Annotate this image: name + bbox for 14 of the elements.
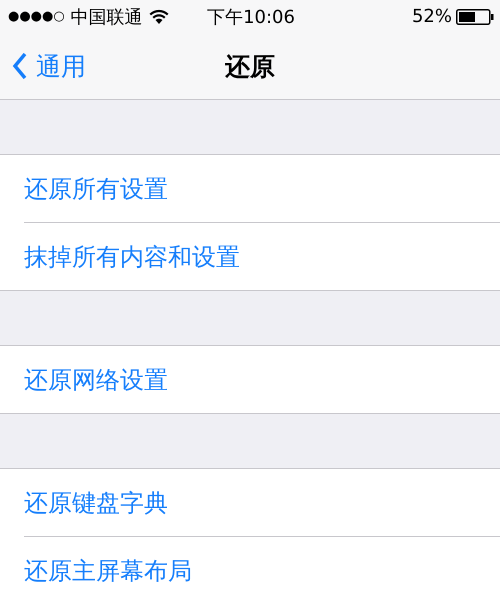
reset-option[interactable]: 抹掉所有内容和设置 bbox=[24, 240, 240, 272]
reset-option[interactable]: 还原键盘字典 bbox=[24, 486, 168, 518]
signal-strength: ●●●●○ bbox=[8, 9, 65, 24]
carrier-name: 中国联通 bbox=[70, 6, 143, 28]
chevron-left-icon bbox=[12, 52, 28, 80]
reset-option[interactable]: 还原网络设置 bbox=[24, 364, 168, 396]
clock-time: 下午10:06 bbox=[207, 6, 295, 28]
wifi-icon bbox=[148, 9, 169, 24]
page-title: 还原 bbox=[225, 50, 275, 82]
battery-percentage: 52% bbox=[412, 6, 452, 27]
reset-option[interactable]: 还原所有设置 bbox=[24, 172, 168, 204]
battery-icon bbox=[456, 8, 494, 24]
reset-option[interactable]: 还原主屏幕布局 bbox=[24, 554, 192, 586]
back-button[interactable]: 通用 bbox=[12, 50, 86, 82]
